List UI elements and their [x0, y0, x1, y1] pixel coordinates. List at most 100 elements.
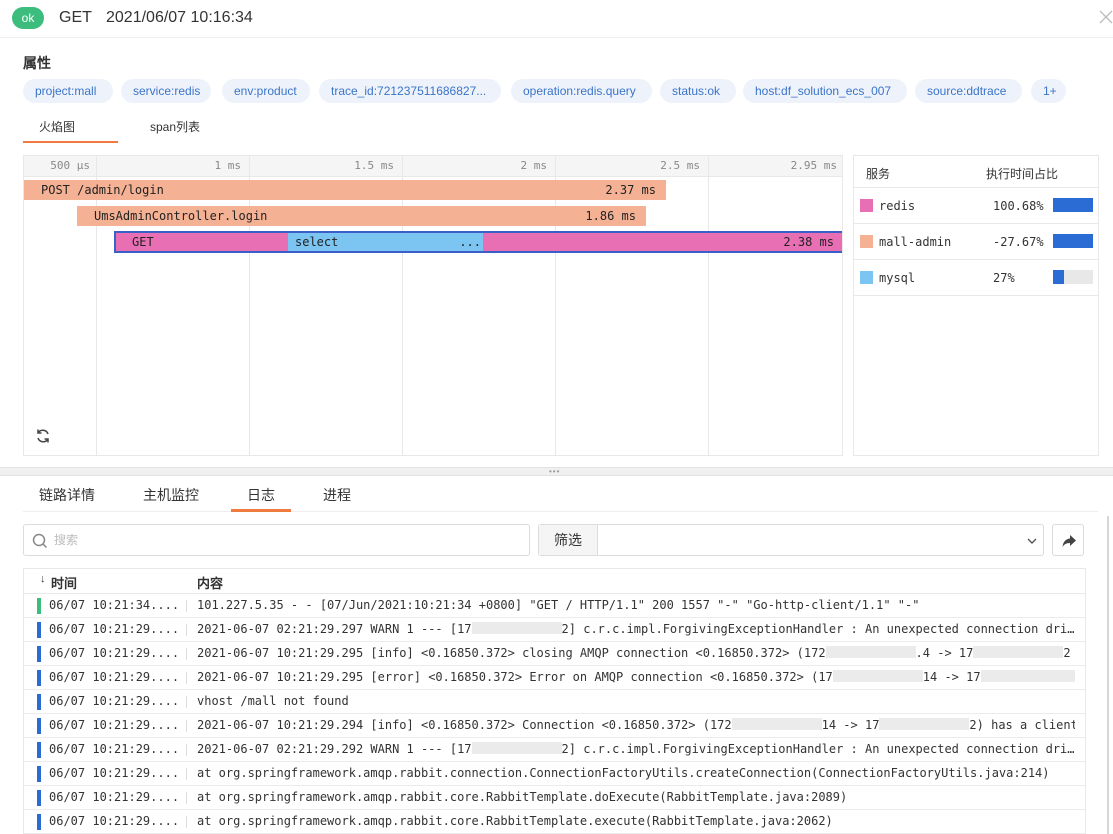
column-divider: [186, 600, 187, 612]
ratio-fill: [1053, 198, 1093, 212]
column-time[interactable]: 时间: [51, 573, 77, 592]
log-text: vhost /mall not found: [197, 694, 349, 708]
log-level-marker: [37, 814, 41, 830]
scrollbar[interactable]: [1107, 516, 1109, 834]
log-text: at org.springframework.amqp.rabbit.conne…: [197, 766, 1050, 780]
span-duration: 2.38 ms: [783, 235, 834, 249]
log-text: 14 -> 17: [922, 670, 981, 684]
drag-handle-icon[interactable]: •••: [549, 468, 560, 476]
service-table-header: 服务 执行时间占比: [854, 156, 1098, 188]
tag-status[interactable]: status:ok: [660, 79, 736, 103]
log-text: .4 -> 17: [915, 646, 974, 660]
filter-select[interactable]: 筛选: [538, 524, 1044, 556]
search-input[interactable]: [54, 530, 524, 550]
log-row[interactable]: 06/07 10:21:29.... 2021-06-07 10:21:29.29…: [24, 666, 1085, 690]
span-bar-ums-admin-controller[interactable]: UmsAdminController.login 1.86 ms: [77, 206, 646, 226]
tag-source[interactable]: source:ddtrace: [915, 79, 1022, 103]
log-text: 2021-06-07 02:21:29.297 WARN 1 --- [17: [197, 622, 472, 636]
span-name: UmsAdminController.login: [94, 209, 268, 223]
color-swatch: [860, 199, 873, 212]
service-percent: -27.67%: [993, 235, 1044, 249]
log-row[interactable]: 06/07 10:21:29.... 2021-06-07 10:21:29.29…: [24, 642, 1085, 666]
tag-more[interactable]: 1+: [1031, 79, 1066, 103]
log-text: 2021-06-07 02:21:29.292 WARN 1 --- [17: [197, 742, 472, 756]
chevron-down-icon[interactable]: [1026, 535, 1038, 547]
log-time: 06/07 10:21:29....: [49, 766, 180, 780]
log-time: 06/07 10:21:34....: [49, 598, 180, 612]
log-level-marker: [37, 622, 41, 638]
span-bar-post-admin-login[interactable]: POST /admin/login 2.37 ms: [24, 180, 666, 200]
log-content: vhost /mall not found: [197, 694, 1075, 708]
log-time: 06/07 10:21:29....: [49, 742, 180, 756]
tab-span-list[interactable]: span列表: [141, 112, 209, 144]
log-row[interactable]: 06/07 10:21:29.... at org.springframework…: [24, 810, 1085, 834]
attributes-title: 属性: [23, 55, 51, 71]
log-level-marker: [37, 766, 41, 782]
tag-host[interactable]: host:df_solution_ecs_007: [743, 79, 907, 103]
tick-label: 500 µs: [50, 159, 90, 172]
log-row[interactable]: 06/07 10:21:29.... vhost /mall not found: [24, 690, 1085, 714]
span-duration: 2.37 ms: [605, 183, 656, 197]
request-method: GET: [59, 9, 92, 26]
tag-project[interactable]: project:mall: [23, 79, 113, 103]
log-text: 2021-06-07 10:21:29.295 [info] <0.16850.…: [197, 646, 826, 660]
column-divider: [186, 624, 187, 636]
tick-label: 1 ms: [214, 159, 242, 172]
log-content: 2021-06-07 02:21:29.292 WARN 1 --- [17 2]…: [197, 742, 1075, 756]
redacted-ip-mask: [731, 718, 822, 730]
log-text: 2] c.r.c.impl.ForgivingExceptionHandler …: [561, 742, 1075, 756]
tick-line: [708, 156, 709, 455]
tick-line: [249, 156, 250, 455]
log-row[interactable]: 06/07 10:21:29.... 2021-06-07 10:21:29.29…: [24, 714, 1085, 738]
column-divider: [186, 816, 187, 828]
service-row-mall-admin: mall-admin -27.67%: [854, 224, 1098, 260]
refresh-icon[interactable]: [34, 427, 52, 445]
tick-label: 2.95 ms: [790, 159, 837, 172]
log-text: 2 …: [1063, 646, 1075, 660]
share-icon: [1061, 533, 1077, 549]
tick-label: 2 ms: [520, 159, 548, 172]
log-level-marker: [37, 742, 41, 758]
log-time: 06/07 10:21:29....: [49, 622, 180, 636]
close-icon[interactable]: [1097, 8, 1113, 26]
log-content: 2021-06-07 10:21:29.294 [info] <0.16850.…: [197, 718, 1075, 732]
log-content: at org.springframework.amqp.rabbit.conne…: [197, 766, 1075, 780]
tag-env[interactable]: env:product: [222, 79, 310, 103]
log-row[interactable]: 06/07 10:21:29.... at org.springframework…: [24, 762, 1085, 786]
column-content: 内容: [197, 576, 224, 591]
log-level-marker: [37, 670, 41, 686]
tag-service[interactable]: service:redis: [121, 79, 211, 103]
tag-operation[interactable]: operation:redis.query: [511, 79, 652, 103]
log-row[interactable]: 06/07 10:21:29.... at org.springframework…: [24, 786, 1085, 810]
log-row[interactable]: 06/07 10:21:29.... 2021-06-07 02:21:29.29…: [24, 618, 1085, 642]
log-time: 06/07 10:21:29....: [49, 814, 180, 828]
log-row[interactable]: 06/07 10:21:29.... 2021-06-07 02:21:29.29…: [24, 738, 1085, 762]
tab-trace-detail[interactable]: 链路详情: [23, 480, 111, 511]
log-content: at org.springframework.amqp.rabbit.core.…: [197, 814, 1075, 828]
ratio-bar: [1053, 270, 1093, 284]
tab-logs[interactable]: 日志: [231, 480, 291, 511]
service-name: redis: [879, 199, 916, 213]
tab-host-monitor[interactable]: 主机监控: [127, 480, 215, 511]
flame-graph: 500 µs 1 ms 1.5 ms 2 ms 2.5 ms 2.95 ms P…: [23, 155, 843, 456]
log-row[interactable]: 06/07 10:21:34.... 101.227.5.35 - - [07/J…: [24, 594, 1085, 618]
span-bar-select-mysql[interactable]: select ...: [288, 233, 483, 251]
ratio-bar: [1053, 234, 1093, 248]
request-datetime: 2021/06/07 10:16:34: [106, 9, 253, 26]
sort-arrow-icon[interactable]: ↓: [40, 573, 46, 585]
share-button[interactable]: [1052, 524, 1084, 556]
tick-label: 1.5 ms: [354, 159, 394, 172]
tab-process[interactable]: 进程: [307, 480, 367, 511]
log-text: 101.227.5.35 - - [07/Jun/2021:10:21:34 +…: [197, 598, 920, 612]
resize-splitter[interactable]: •••: [0, 467, 1113, 476]
tab-flame-graph[interactable]: 火焰图: [23, 112, 91, 144]
log-content: 2021-06-07 10:21:29.295 [info] <0.16850.…: [197, 646, 1075, 660]
time-ruler: [24, 156, 842, 177]
log-text: 2) has a client…: [969, 718, 1075, 732]
tag-trace-id[interactable]: trace_id:721237511686827...: [319, 79, 501, 103]
status-badge: ok: [12, 7, 44, 29]
log-text: 14 -> 17: [821, 718, 880, 732]
column-divider: [186, 792, 187, 804]
column-divider: [186, 696, 187, 708]
log-table-header: ↓ 时间 内容: [24, 569, 1085, 594]
